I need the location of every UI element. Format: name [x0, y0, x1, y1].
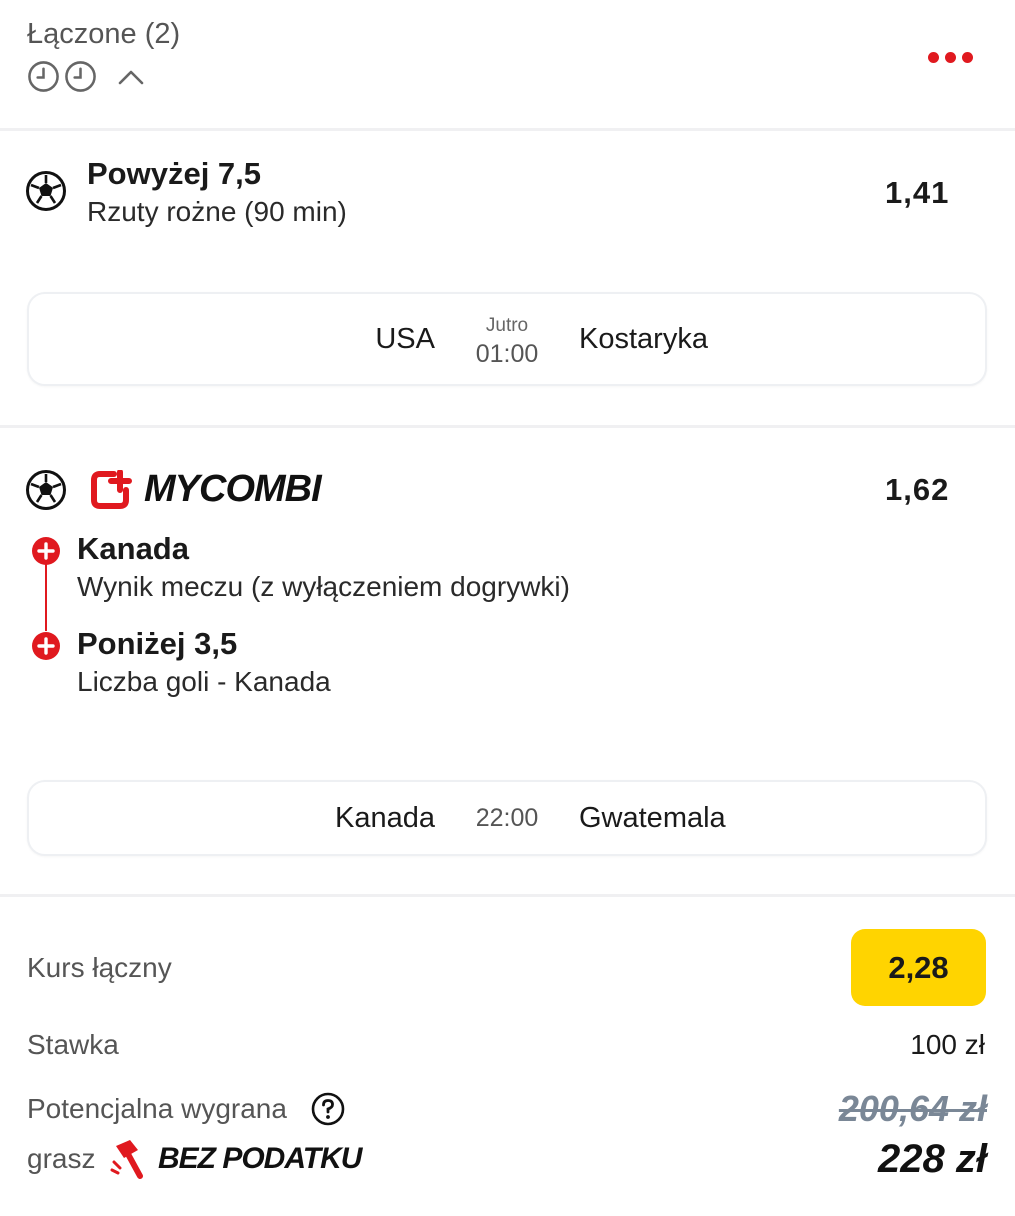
dot-icon — [962, 52, 973, 63]
dot-icon — [928, 52, 939, 63]
football-icon — [26, 470, 66, 510]
match-card[interactable]: USA Jutro 01:00 Kostaryka — [27, 292, 987, 386]
away-team: Gwatemala — [579, 802, 726, 834]
betslip-title: Łączone (2) — [27, 18, 181, 50]
stake-value[interactable]: 100 zł — [910, 1029, 985, 1061]
selection-market: Rzuty rożne (90 min) — [87, 196, 347, 227]
combi-leg-title: Poniżej 3,5 — [77, 626, 238, 661]
more-options-button[interactable] — [928, 52, 973, 63]
match-time: 01:00 — [475, 340, 539, 368]
selection-title: Powyżej 7,5 — [87, 156, 262, 191]
combi-leg-market: Liczba goli - Kanada — [77, 666, 331, 697]
potential-win-old: 200,64 zł — [838, 1088, 987, 1129]
selection-odds: 1,41 — [885, 175, 950, 210]
combi-leg-market: Wynik meczu (z wyłączeniem dogrywki) — [77, 571, 570, 602]
header-icons — [27, 60, 145, 93]
away-team: Kostaryka — [579, 323, 708, 355]
clock-icon — [28, 61, 59, 92]
total-odds-badge: 2,28 — [851, 929, 986, 1006]
potential-win-label: Potencjalna wygrana — [27, 1093, 287, 1124]
home-team: Kanada — [335, 802, 435, 834]
divider — [0, 425, 1015, 428]
home-team: USA — [375, 323, 435, 355]
combi-leg-title: Kanada — [77, 531, 189, 566]
no-tax-hammer-icon — [110, 1140, 143, 1179]
mycombi-logo: MYCOMBI — [90, 468, 322, 511]
mycombi-brand: MYCOMBI — [144, 468, 322, 510]
stake-label: Stawka — [27, 1029, 119, 1060]
no-tax-label: BEZ PODATKU — [158, 1142, 362, 1175]
mycombi-plus-icon — [91, 469, 132, 509]
total-odds-label: Kurs łączny — [27, 952, 172, 983]
divider — [0, 128, 1015, 131]
help-icon[interactable] — [311, 1092, 345, 1126]
match-card[interactable]: Kanada 22:00 Gwatemala — [27, 780, 987, 856]
plus-circle-icon — [32, 537, 60, 565]
football-icon — [26, 171, 66, 211]
combi-connector-line — [45, 563, 47, 631]
chevron-up-icon[interactable] — [117, 67, 145, 87]
play-label: grasz — [27, 1143, 96, 1174]
selection-odds: 1,62 — [885, 472, 950, 507]
dot-icon — [945, 52, 956, 63]
clock-icon — [65, 61, 96, 92]
plus-circle-icon — [32, 632, 60, 660]
match-time: 22:00 — [475, 804, 539, 832]
divider — [0, 894, 1015, 897]
potential-win-new: 228 zł — [878, 1137, 987, 1181]
match-day: Jutro — [485, 315, 529, 336]
